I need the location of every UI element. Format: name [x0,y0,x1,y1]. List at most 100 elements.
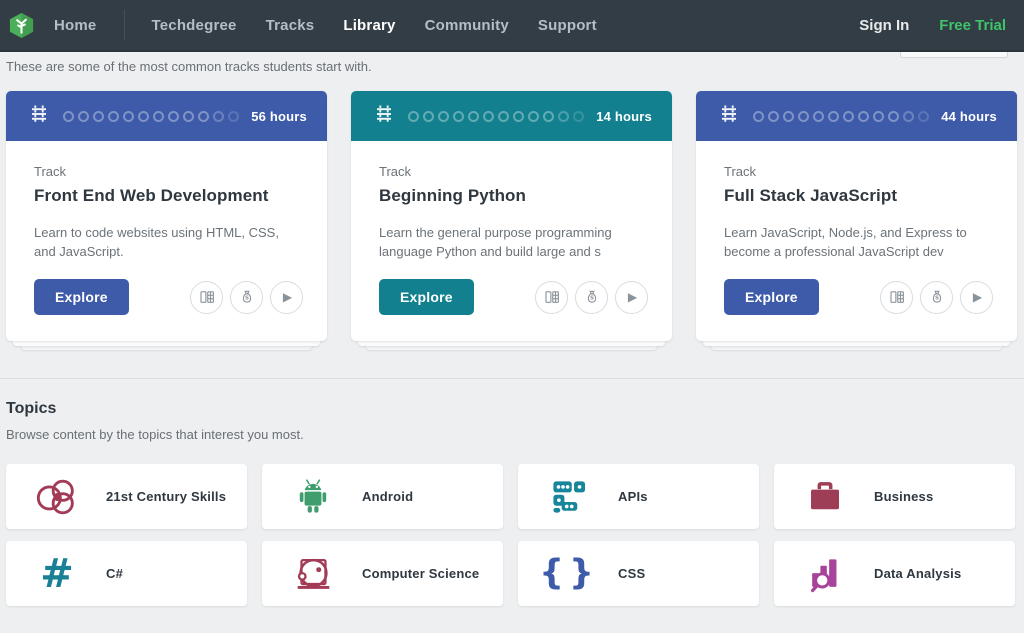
step-dot [183,111,194,122]
nav-item-community[interactable]: Community [425,17,509,34]
top-nav: Home Techdegree Tracks Library Community… [0,0,1024,52]
step-dot [63,111,74,122]
topic-label: APIs [618,489,648,504]
money-bag-icon[interactable]: S [230,281,263,314]
step-dot [138,111,149,122]
courses-icon[interactable] [535,281,568,314]
track-hours-badge: 14 hours [596,109,652,124]
track-card-header: 44 hours [696,91,1017,141]
nav-item-library[interactable]: Library [343,17,395,34]
topic-card[interactable]: Data Analysis [774,541,1015,606]
track-card: 44 hours Track Full Stack JavaScript Lea… [696,91,1017,341]
play-icon[interactable]: ▶ [270,281,303,314]
treehouse-logo-icon[interactable] [8,12,35,39]
courses-icon[interactable] [190,281,223,314]
step-dot [528,111,539,122]
step-dot [843,111,854,122]
nav-divider [124,10,125,40]
explore-button[interactable]: Explore [724,279,819,315]
briefcase-icon [801,473,849,521]
robot-icon [289,550,337,598]
android-icon [289,473,337,521]
nav-item-home[interactable]: Home [54,17,96,34]
tracks-grid: 56 hours Track Front End Web Development… [0,91,1024,341]
step-dot [168,111,179,122]
money-bag-icon[interactable]: S [575,281,608,314]
track-type-label: Track [379,164,644,179]
venn-diagram-icon [33,473,81,521]
step-dot [408,111,419,122]
svg-text:S: S [244,296,248,302]
topic-label: 21st Century Skills [106,489,226,504]
explore-button[interactable]: Explore [379,279,474,315]
intro-text: These are some of the most common tracks… [0,52,1024,74]
step-dot [483,111,494,122]
step-dot [558,111,569,122]
topic-label: Android [362,489,413,504]
svg-text:S: S [934,296,938,302]
topic-card[interactable]: {} CSS [518,541,759,606]
topic-card[interactable]: Business [774,464,1015,529]
step-dot [543,111,554,122]
track-rail-icon [373,103,408,130]
nav-item-techdegree[interactable]: Techdegree [151,17,236,34]
track-description: Learn the general purpose programming la… [379,223,644,261]
topic-card[interactable]: Android [262,464,503,529]
topic-card[interactable]: 21st Century Skills [6,464,247,529]
step-dot [768,111,779,122]
track-type-label: Track [34,164,299,179]
step-dot [783,111,794,122]
track-footer-icons: S ▶ [880,281,993,314]
free-trial-link[interactable]: Free Trial [939,17,1006,34]
svg-text:S: S [589,296,593,302]
topic-label: C# [106,566,123,581]
chart-magnifier-icon [801,550,849,598]
track-step-dots [63,111,239,122]
sign-in-link[interactable]: Sign In [859,17,909,34]
step-dot [828,111,839,122]
nav-item-support[interactable]: Support [538,17,597,34]
step-dot [123,111,134,122]
track-type-label: Track [724,164,989,179]
topic-card[interactable]: APIs [518,464,759,529]
step-dot [153,111,164,122]
nav-item-tracks[interactable]: Tracks [266,17,315,34]
step-dot [468,111,479,122]
step-dot [498,111,509,122]
topics-grid: 21st Century Skills Android APIs Busines… [0,464,1024,606]
courses-icon[interactable] [880,281,913,314]
topic-card[interactable]: Computer Science [262,541,503,606]
step-dot [423,111,434,122]
step-dot [858,111,869,122]
topic-label: Business [874,489,933,504]
topic-label: CSS [618,566,645,581]
step-dot [903,111,914,122]
track-rail-icon [718,103,753,130]
step-dot [753,111,764,122]
track-step-dots [753,111,929,122]
play-icon[interactable]: ▶ [960,281,993,314]
track-footer-icons: S ▶ [190,281,303,314]
topic-card[interactable]: # C# [6,541,247,606]
step-dot [93,111,104,122]
play-icon[interactable]: ▶ [615,281,648,314]
nav-links: Techdegree Tracks Library Community Supp… [151,17,596,34]
money-bag-icon[interactable]: S [920,281,953,314]
hash-icon: # [33,550,81,598]
track-hours-badge: 44 hours [941,109,997,124]
step-dot [813,111,824,122]
braces-icon: {} [545,550,593,598]
step-dot [573,111,584,122]
step-dot [438,111,449,122]
track-card: 56 hours Track Front End Web Development… [6,91,327,341]
track-card-header: 56 hours [6,91,327,141]
explore-button[interactable]: Explore [34,279,129,315]
track-rail-icon [28,103,63,130]
blocks-icon [545,473,593,521]
step-dot [918,111,929,122]
topic-label: Data Analysis [874,566,961,581]
step-dot [228,111,239,122]
track-card: 14 hours Track Beginning Python Learn th… [351,91,672,341]
step-dot [198,111,209,122]
track-title: Beginning Python [379,186,644,206]
